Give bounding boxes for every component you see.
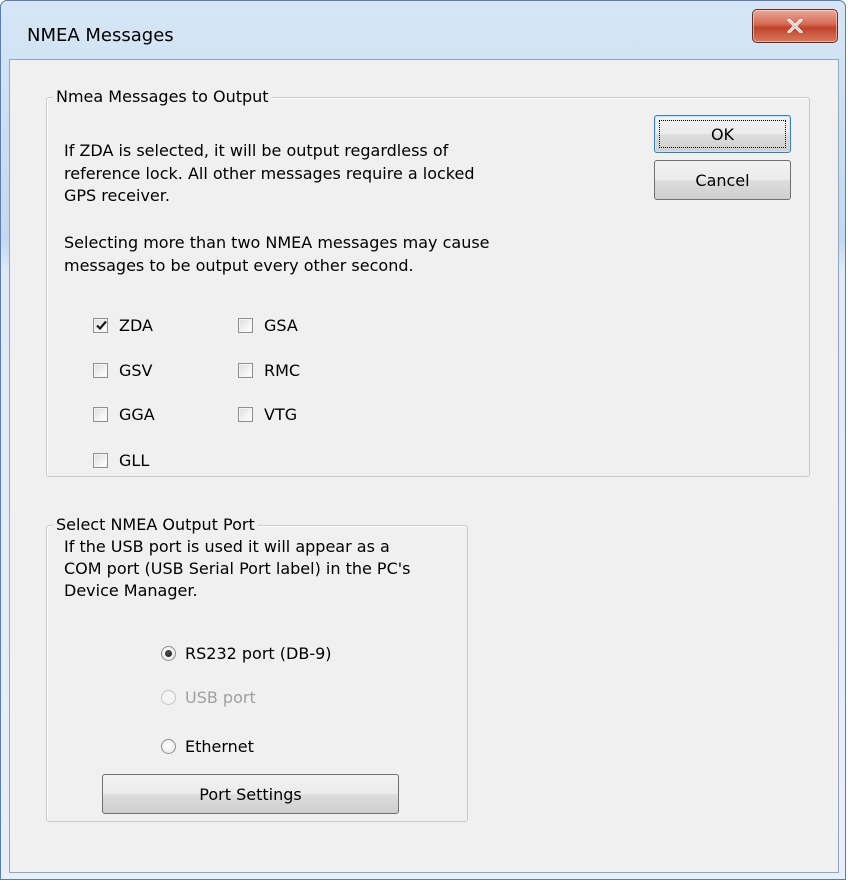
cancel-button-label: Cancel <box>695 170 750 190</box>
selection-warning-line: Selecting more than two NMEA messages ma… <box>64 233 490 252</box>
checkbox-label: GSV <box>119 361 153 380</box>
checkbox-box[interactable] <box>238 407 253 422</box>
checkbox-box[interactable] <box>238 363 253 378</box>
checkbox-label: GSA <box>264 316 298 335</box>
zda-description-line: reference lock. All other messages requi… <box>64 163 475 183</box>
radio-circle <box>161 690 176 705</box>
checkbox-gsa[interactable]: GSA <box>238 316 298 335</box>
checkbox-gsv[interactable]: GSV <box>93 361 153 380</box>
zda-description-line: If ZDA is selected, it will be output re… <box>64 141 449 160</box>
usb-port-description-line: COM port (USB Serial Port label) in the … <box>64 559 411 578</box>
messages-group-legend: Nmea Messages to Output <box>53 86 272 108</box>
checkbox-label: VTG <box>264 405 298 424</box>
checkbox-gga[interactable]: GGA <box>93 405 155 424</box>
ok-button-label: OK <box>710 124 735 144</box>
checkbox-label: GLL <box>119 451 150 470</box>
zda-description-line: GPS receiver. <box>64 186 170 205</box>
close-icon <box>787 19 803 33</box>
usb-port-description: If the USB port is used it will appear a… <box>64 536 464 602</box>
usb-port-description-line: If the USB port is used it will appear a… <box>64 537 390 556</box>
close-button[interactable] <box>752 9 838 43</box>
usb-port-description-line: Device Manager. <box>64 581 198 600</box>
checkbox-label: RMC <box>264 361 301 380</box>
checkbox-label: GGA <box>119 405 155 424</box>
radio-circle[interactable] <box>161 646 176 661</box>
checkbox-label: ZDA <box>119 316 153 335</box>
checkmark-icon <box>96 320 107 331</box>
radio-label: USB port <box>185 688 256 707</box>
selection-warning: Selecting more than two NMEA messages ma… <box>64 232 604 277</box>
checkbox-rmc[interactable]: RMC <box>238 361 300 380</box>
dialog-window: NMEA Messages Nmea Messages to Output If… <box>0 0 846 880</box>
radio-rs232[interactable]: RS232 port (DB-9) <box>161 644 332 663</box>
port-settings-button[interactable]: Port Settings <box>102 774 399 814</box>
port-group-legend: Select NMEA Output Port <box>53 514 258 536</box>
window-title: NMEA Messages <box>27 25 174 46</box>
checkbox-zda[interactable]: ZDA <box>93 316 153 335</box>
radio-usb: USB port <box>161 688 256 707</box>
radio-dot <box>165 650 172 657</box>
selection-warning-line: messages to be output every other second… <box>64 255 414 275</box>
checkbox-gll[interactable]: GLL <box>93 451 149 470</box>
radio-label: RS232 port (DB-9) <box>185 644 332 663</box>
zda-description: If ZDA is selected, it will be output re… <box>64 140 604 208</box>
radio-circle[interactable] <box>161 739 176 754</box>
ok-button[interactable]: OK <box>654 115 791 153</box>
cancel-button[interactable]: Cancel <box>654 160 791 200</box>
checkbox-vtg[interactable]: VTG <box>238 405 297 424</box>
checkbox-box[interactable] <box>93 453 108 468</box>
checkbox-box[interactable] <box>238 318 253 333</box>
port-settings-button-label: Port Settings <box>199 784 302 804</box>
checkbox-box[interactable] <box>93 407 108 422</box>
radio-label: Ethernet <box>185 737 254 756</box>
dialog-client-area: Nmea Messages to Output If ZDA is select… <box>9 59 839 873</box>
checkbox-box[interactable] <box>93 363 108 378</box>
radio-ethernet[interactable]: Ethernet <box>161 737 254 756</box>
checkbox-box[interactable] <box>93 318 108 333</box>
